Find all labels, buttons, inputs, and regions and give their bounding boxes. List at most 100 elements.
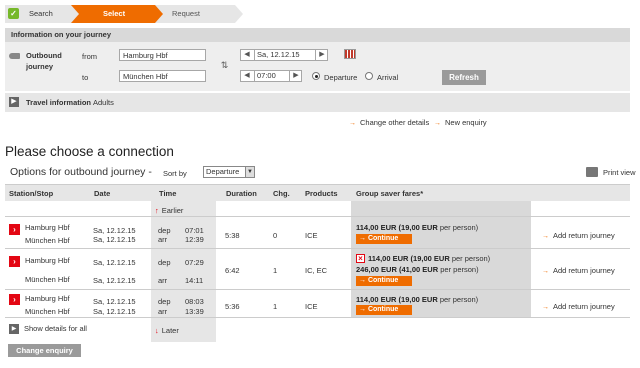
options-title: Options for outbound journey - <box>10 166 152 178</box>
row-to: München Hbf <box>25 236 70 245</box>
row-products: ICE <box>305 302 318 311</box>
page-title: Please choose a connection <box>5 144 174 159</box>
departure-radio[interactable] <box>312 72 320 80</box>
step-request-label: Request <box>172 9 200 18</box>
train-icon: › <box>9 294 20 305</box>
row-from: Hamburg Hbf <box>25 223 70 232</box>
change-other-details-link[interactable]: → Change other details <box>349 118 429 127</box>
print-view-link[interactable]: Print view <box>603 168 636 177</box>
departure-label: Departure <box>324 73 358 82</box>
travel-information-label: Travel information <box>26 98 92 107</box>
expand-icon: ▶ <box>9 97 19 107</box>
step-select-label: Select <box>103 9 126 18</box>
row-products: ICE <box>305 231 318 240</box>
continue-button[interactable]: → Continue <box>356 305 412 315</box>
from-station-input[interactable] <box>119 49 206 61</box>
row-fare: 114,00 EUR (19,00 EUR per person) <box>356 223 479 232</box>
row-arr-label: arr <box>158 235 168 244</box>
row-fare-unavailable: 114,00 EUR (19,00 EUR per person) <box>368 254 491 263</box>
time-prev-icon[interactable]: ◀ <box>242 71 252 81</box>
row-duration: 5:38 <box>225 231 240 240</box>
time-next-icon[interactable]: ▶ <box>291 71 301 81</box>
arrow-right-icon: → <box>542 268 549 275</box>
row-divider <box>5 317 630 318</box>
train-icon <box>9 53 20 59</box>
sort-select-value: Departure <box>206 167 240 176</box>
change-enquiry-button[interactable]: Change enquiry <box>8 344 81 357</box>
row-duration: 6:42 <box>225 266 240 275</box>
arrow-right-icon: → <box>542 304 549 311</box>
step-search-label: Search <box>29 9 53 18</box>
calendar-icon[interactable] <box>344 49 356 59</box>
row-to: München Hbf <box>25 275 70 284</box>
time-column-bg <box>151 201 216 342</box>
step-separator <box>71 5 79 23</box>
time-field: ◀ 07:00 ▶ <box>240 70 302 82</box>
chevron-down-icon: ▼ <box>245 167 254 177</box>
printer-icon[interactable] <box>586 167 598 177</box>
sort-select[interactable]: Departure ▼ <box>203 166 255 178</box>
step-request: Request <box>155 5 235 23</box>
date-field: ◀ Sa, 12.12.15 ▶ <box>240 49 328 61</box>
outbound-label: Outbound journey <box>26 51 62 71</box>
to-station-input[interactable] <box>119 70 206 82</box>
add-return-journey-link[interactable]: → Add return journey <box>542 231 615 240</box>
arrival-label: Arrival <box>377 73 399 82</box>
col-products: Products <box>305 189 338 198</box>
date-input[interactable]: Sa, 12.12.15 <box>254 50 316 60</box>
col-station: Station/Stop <box>9 189 54 198</box>
date-next-icon[interactable]: ▶ <box>317 50 327 60</box>
col-time: Time <box>159 189 177 198</box>
continue-button[interactable]: → Continue <box>356 276 412 286</box>
add-return-journey-link[interactable]: → Add return journey <box>542 302 615 311</box>
earlier-link[interactable]: ↑ Earlier <box>155 206 183 215</box>
row-date-dep: Sa, 12.12.15 <box>93 258 136 267</box>
row-date-arr: Sa, 12.12.15 <box>93 307 136 316</box>
row-arr-label: arr <box>158 276 168 285</box>
col-changes: Chg. <box>273 189 290 198</box>
travel-information-adults: Adults <box>93 98 114 107</box>
later-link[interactable]: ↓ Later <box>155 326 179 335</box>
checkmark-icon: ✓ <box>8 8 19 19</box>
row-arr-time: 12:39 <box>185 235 204 244</box>
arrow-right-icon: → <box>359 277 368 284</box>
row-arr-label: arr <box>158 307 168 316</box>
row-from: Hamburg Hbf <box>25 256 70 265</box>
arrow-right-icon: → <box>349 120 356 127</box>
col-duration: Duration <box>226 189 257 198</box>
add-return-journey-link[interactable]: → Add return journey <box>542 266 615 275</box>
show-details-toggle[interactable]: ▶ Show details for all <box>9 324 87 335</box>
row-dep-time: 07:01 <box>185 226 204 235</box>
row-dep-label: dep <box>158 226 171 235</box>
step-search[interactable]: ✓ Search <box>5 5 71 23</box>
step-separator <box>235 5 243 23</box>
arrow-down-icon: ↓ <box>155 326 159 335</box>
row-dep-label: dep <box>158 258 171 267</box>
step-separator <box>155 5 163 23</box>
row-from: Hamburg Hbf <box>25 294 70 303</box>
row-divider <box>5 216 630 217</box>
row-date-arr: Sa, 12.12.15 <box>93 235 136 244</box>
row-products: IC, EC <box>305 266 328 275</box>
new-enquiry-link[interactable]: → New enquiry <box>434 118 487 127</box>
arrow-right-icon: → <box>359 235 368 242</box>
arrow-right-icon: → <box>434 120 441 127</box>
journey-info-header: Information on your journey <box>5 28 630 42</box>
row-fare: 246,00 EUR (41,00 EUR per person) <box>356 265 479 274</box>
to-label: to <box>82 73 89 82</box>
refresh-button[interactable]: Refresh <box>442 70 486 85</box>
continue-button[interactable]: → Continue <box>356 234 412 244</box>
travel-information-bar[interactable]: ▶ Travel information Adults <box>5 93 630 112</box>
arrow-right-icon: → <box>359 306 368 313</box>
row-fare: 114,00 EUR (19,00 EUR per person) <box>356 295 479 304</box>
row-dep-label: dep <box>158 297 171 306</box>
row-arr-time: 14:11 <box>185 276 204 285</box>
time-input[interactable]: 07:00 <box>254 71 290 81</box>
swap-stations-icon[interactable]: ⇅ <box>219 59 230 72</box>
train-icon: › <box>9 224 20 235</box>
row-dep-time: 07:29 <box>185 258 204 267</box>
arrival-radio[interactable] <box>365 72 373 80</box>
row-date-dep: Sa, 12.12.15 <box>93 297 136 306</box>
date-prev-icon[interactable]: ◀ <box>242 50 252 60</box>
row-changes: 1 <box>273 302 278 311</box>
